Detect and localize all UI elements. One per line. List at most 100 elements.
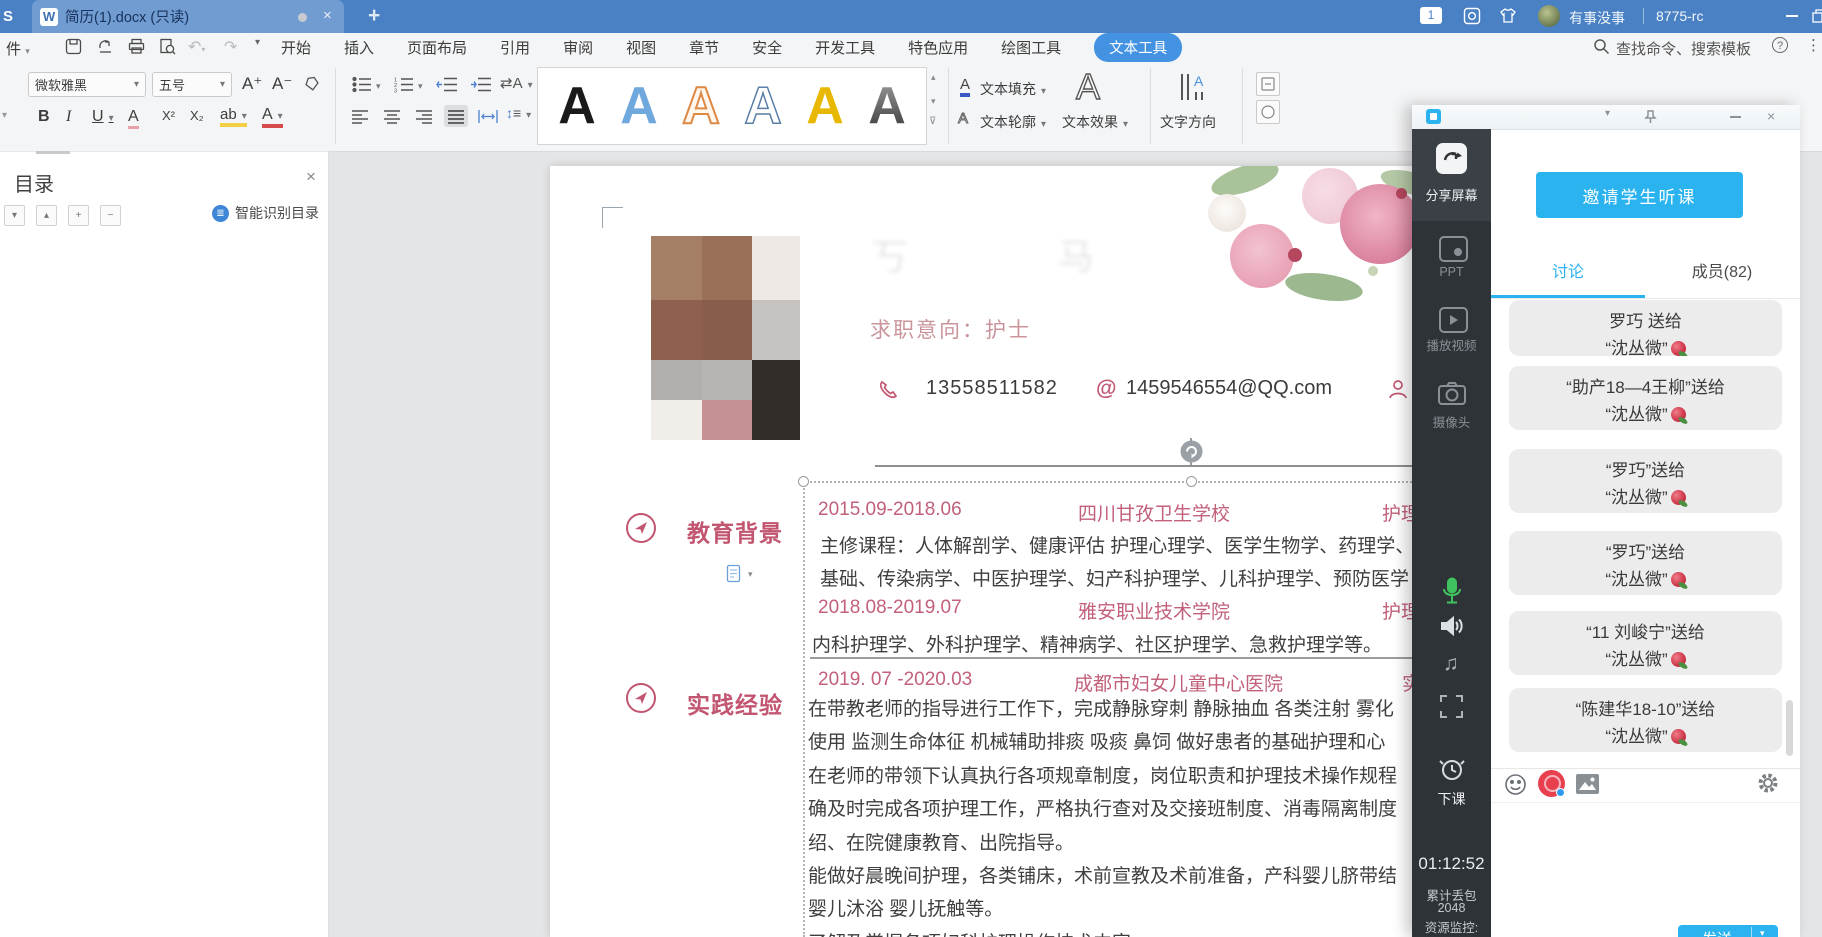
text-effect-button[interactable]: 文本效果▾: [1062, 112, 1128, 132]
italic-button[interactable]: I: [66, 108, 71, 126]
invite-students-button[interactable]: 邀请学生听课: [1536, 172, 1743, 218]
clear-format-icon[interactable]: [302, 76, 320, 92]
rotate-handle[interactable]: [1179, 439, 1204, 464]
grow-font-button[interactable]: A⁺: [242, 74, 262, 94]
new-tab-button[interactable]: +: [368, 4, 380, 28]
shrink-font-button[interactable]: A⁻: [272, 74, 292, 94]
number-dropdown-icon[interactable]: ▾: [418, 81, 423, 92]
redo-icon[interactable]: ↷: [224, 37, 237, 57]
ppt-icon[interactable]: [1439, 236, 1468, 262]
wordart-style[interactable]: A: [682, 80, 720, 132]
font-name-select[interactable]: 微软雅黑▾: [28, 72, 146, 97]
enclose-char-icon[interactable]: [1256, 100, 1280, 124]
gallery-more-icon[interactable]: ⊽: [929, 116, 936, 127]
selection-handle[interactable]: [1186, 476, 1197, 487]
document-page[interactable]: 丂 马 求职意向：护士 13558511582 @ 1459546554@QQ.…: [550, 166, 1455, 937]
ribbon-tab[interactable]: 开发工具: [815, 37, 875, 58]
tab-close-icon[interactable]: ×: [323, 7, 332, 24]
camera-icon[interactable]: [1437, 381, 1467, 407]
ribbon-tab[interactable]: 绘图工具: [1001, 37, 1061, 58]
bullet-list-icon[interactable]: [352, 76, 372, 93]
username[interactable]: 有事没事: [1569, 8, 1625, 28]
smart-toc-button[interactable]: ≣ 智能识别目录: [212, 203, 319, 223]
ribbon-tab[interactable]: 页面布局: [407, 37, 467, 58]
file-menu[interactable]: 件 ▾: [6, 38, 30, 59]
subscript-button[interactable]: X₂: [190, 108, 204, 123]
increase-indent-icon[interactable]: [470, 76, 492, 93]
minimize-button[interactable]: [1786, 15, 1798, 17]
wordart-style[interactable]: A: [744, 80, 782, 132]
bold-button[interactable]: B: [38, 108, 50, 126]
ribbon-tab[interactable]: 审阅: [563, 37, 593, 58]
window-count-badge[interactable]: 1: [1420, 7, 1442, 24]
panel-minimize-icon[interactable]: [1730, 116, 1741, 118]
decrease-indent-icon[interactable]: [436, 76, 458, 93]
fullscreen-icon[interactable]: [1440, 695, 1463, 718]
export-pdf-icon[interactable]: [96, 37, 115, 56]
toc-zoom-in-button[interactable]: +: [68, 205, 89, 226]
align-right-icon[interactable]: [412, 105, 436, 127]
toc-zoom-out-button[interactable]: −: [100, 205, 121, 226]
qat-more-icon[interactable]: ▾: [255, 37, 260, 48]
wordart-style[interactable]: A: [806, 80, 844, 132]
ribbon-tab[interactable]: 插入: [344, 37, 374, 58]
undo-icon[interactable]: ↶▾: [188, 37, 205, 57]
chat-scrollbar-thumb[interactable]: [1786, 700, 1793, 756]
toc-expand-all-button[interactable]: ▴: [36, 205, 57, 226]
print-preview-icon[interactable]: [158, 37, 177, 56]
send-flower-icon[interactable]: [1538, 770, 1565, 797]
send-button[interactable]: 发送 ▾: [1678, 925, 1778, 937]
emoji-icon[interactable]: [1504, 773, 1527, 796]
ribbon-tab[interactable]: 文本工具: [1094, 33, 1182, 62]
overflow-chevron-icon[interactable]: ▾: [2, 110, 7, 121]
print-icon[interactable]: [127, 37, 146, 56]
send-image-icon[interactable]: [1575, 773, 1600, 795]
play-video-icon[interactable]: [1439, 307, 1468, 333]
panel-title-bar[interactable]: ▾ ×: [1412, 105, 1800, 130]
command-search-input[interactable]: 查找命令、搜索模板: [1616, 38, 1751, 59]
ribbon-tab[interactable]: 章节: [689, 37, 719, 58]
tab-discussion[interactable]: 讨论: [1491, 258, 1645, 282]
promotion-icon[interactable]: [1463, 7, 1481, 25]
wordart-style[interactable]: A: [620, 80, 658, 132]
toc-close-icon[interactable]: ×: [306, 167, 316, 187]
text-direction-button[interactable]: 文字方向: [1160, 112, 1216, 132]
pinyin-guide-icon[interactable]: [1256, 72, 1280, 96]
panel-close-icon[interactable]: ×: [1767, 108, 1775, 124]
ribbon-tab[interactable]: 引用: [500, 37, 530, 58]
bullet-dropdown-icon[interactable]: ▾: [376, 81, 381, 92]
align-center-icon[interactable]: [380, 105, 404, 127]
ribbon-tab[interactable]: 开始: [281, 37, 311, 58]
toc-collapse-all-button[interactable]: ▾: [4, 205, 25, 226]
selection-handle[interactable]: [798, 476, 809, 487]
superscript-button[interactable]: X²: [162, 108, 175, 123]
line-spacing-icon[interactable]: ↕≡▾: [506, 105, 531, 121]
ribbon-tab[interactable]: 视图: [626, 37, 656, 58]
pin-icon[interactable]: [1643, 109, 1658, 124]
rail-item-share-screen[interactable]: 分享屏幕: [1412, 129, 1491, 221]
chat-settings-gear-icon[interactable]: [1756, 771, 1780, 795]
text-outline-button[interactable]: 文本轮廓▾: [980, 112, 1046, 132]
char-scale-icon[interactable]: ⇄A▾: [500, 74, 533, 92]
microphone-icon[interactable]: [1442, 577, 1462, 604]
distribute-icon[interactable]: [476, 105, 500, 127]
underline-button[interactable]: U▾: [92, 108, 114, 126]
tab-members[interactable]: 成员(82): [1645, 258, 1799, 282]
ribbon-tab[interactable]: 安全: [752, 37, 782, 58]
text-fill-button[interactable]: 文本填充▾: [980, 79, 1046, 99]
music-icon[interactable]: ♫: [1443, 652, 1459, 676]
speaker-icon[interactable]: [1440, 615, 1464, 637]
wps-logo[interactable]: S: [3, 8, 13, 25]
doc-part-icon[interactable]: [726, 564, 743, 583]
end-class-label[interactable]: 下课: [1412, 789, 1491, 809]
justify-icon[interactable]: [444, 105, 468, 127]
restore-button[interactable]: [1812, 9, 1822, 23]
more-menu-icon[interactable]: ⋮: [1806, 36, 1821, 54]
highlight-button[interactable]: ab▾: [220, 106, 247, 127]
gallery-up-icon[interactable]: ▴: [931, 72, 936, 83]
panel-dropdown-icon[interactable]: ▾: [1605, 108, 1610, 119]
font-color-button[interactable]: A▾: [262, 106, 283, 128]
numbered-list-icon[interactable]: 123: [394, 76, 414, 93]
align-left-icon[interactable]: [348, 105, 372, 127]
font-size-select[interactable]: 五号▾: [152, 72, 232, 97]
